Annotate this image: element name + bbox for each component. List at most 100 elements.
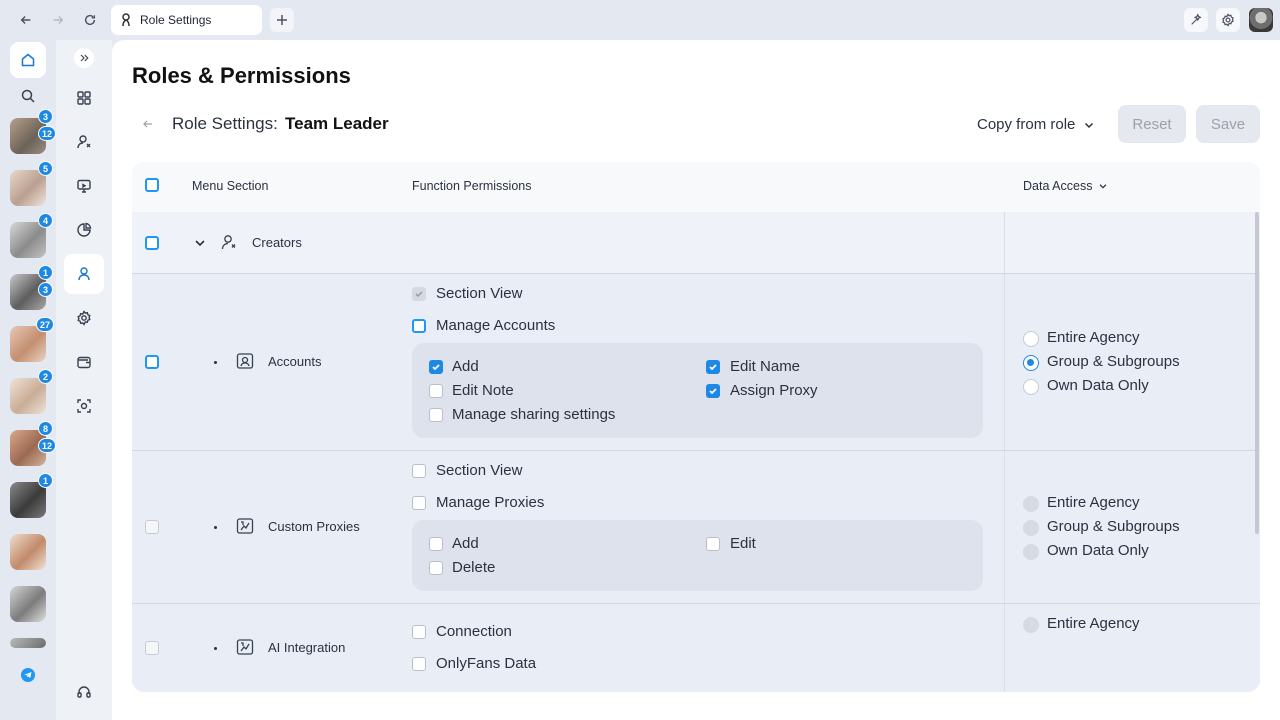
row-checkbox[interactable] — [145, 641, 159, 655]
unread-badge: 2 — [38, 369, 53, 384]
unread-badge: 5 — [38, 161, 53, 176]
edit-label: Edit — [730, 535, 756, 552]
select-all-checkbox[interactable] — [145, 178, 159, 192]
chevron-down-icon — [1100, 184, 1107, 189]
row-checkbox[interactable] — [145, 355, 159, 369]
manage-accounts-checkbox[interactable] — [412, 319, 426, 333]
add-label: Add — [452, 535, 479, 552]
edit-note-checkbox[interactable] — [429, 384, 443, 398]
search-icon[interactable] — [10, 78, 46, 114]
entire-agency-radio[interactable] — [1023, 617, 1039, 633]
ai-scan-icon[interactable] — [64, 386, 104, 426]
role-settings-label: Role Settings: — [172, 114, 278, 133]
section-view-checkbox[interactable] — [412, 287, 426, 301]
edit-name-checkbox[interactable] — [706, 360, 720, 374]
manage-proxies-checkbox[interactable] — [412, 496, 426, 510]
edit-note-label: Edit Note — [452, 382, 514, 399]
creator-avatar[interactable]: 4 — [10, 213, 53, 258]
table-scrollbar[interactable] — [1255, 212, 1259, 534]
group-subgroups-radio[interactable] — [1023, 355, 1039, 371]
page-title: Roles & Permissions — [132, 63, 351, 88]
back-arrow-icon[interactable] — [142, 117, 156, 131]
forward-arrow-icon[interactable] — [48, 10, 68, 30]
add-checkbox[interactable] — [429, 360, 443, 374]
tab-logo-icon — [122, 13, 130, 27]
entire-agency-label: Entire Agency — [1047, 615, 1140, 632]
reset-button[interactable]: Reset — [1118, 105, 1186, 143]
header-data-access-label: Data Access — [1023, 179, 1093, 193]
creator-avatar[interactable]: 8 12 — [10, 421, 57, 466]
assign-proxy-label: Assign Proxy — [730, 382, 818, 399]
section-view-checkbox[interactable] — [412, 464, 426, 478]
entire-agency-radio[interactable] — [1023, 496, 1039, 512]
entire-agency-label: Entire Agency — [1047, 329, 1140, 346]
chevron-down-icon — [1085, 122, 1094, 128]
edit-name-label: Edit Name — [730, 358, 801, 375]
monitor-icon[interactable] — [64, 166, 104, 206]
table-row-accounts: Accounts Section View Manage Accounts Ad… — [132, 273, 1260, 450]
reload-icon[interactable] — [80, 10, 100, 30]
count-badge: 3 — [38, 282, 53, 297]
creator-avatar[interactable] — [10, 638, 46, 648]
back-arrow-icon[interactable] — [16, 10, 36, 30]
unread-badge: 27 — [36, 317, 55, 332]
dashboard-icon[interactable] — [64, 78, 104, 118]
creator-avatar[interactable]: 1 3 — [10, 265, 53, 310]
table-row-custom-proxies: Custom Proxies Section View Manage Proxi… — [132, 450, 1260, 603]
manage-sharing-checkbox[interactable] — [429, 408, 443, 422]
support-headset-icon[interactable] — [64, 672, 104, 712]
settings-icon[interactable] — [1216, 8, 1240, 32]
analytics-pie-icon[interactable] — [64, 210, 104, 250]
section-name: AI Integration — [268, 640, 346, 655]
creator-avatar[interactable]: 27 — [10, 317, 55, 362]
creator-avatar[interactable]: 2 — [10, 369, 53, 414]
chevron-down-icon[interactable] — [194, 237, 206, 249]
creator-avatar[interactable]: 3 12 — [10, 109, 57, 154]
onlyfans-data-label: OnlyFans Data — [436, 655, 537, 672]
user-avatar[interactable] — [1249, 8, 1273, 32]
tab-role-settings[interactable]: Role Settings — [111, 5, 262, 35]
count-badge: 12 — [38, 126, 57, 141]
entire-agency-radio[interactable] — [1023, 331, 1039, 347]
group-subgroups-radio[interactable] — [1023, 520, 1039, 536]
new-tab-plus-icon[interactable] — [270, 8, 294, 32]
own-data-radio[interactable] — [1023, 379, 1039, 395]
edit-checkbox[interactable] — [706, 537, 720, 551]
wallet-icon[interactable] — [64, 342, 104, 382]
own-data-radio[interactable] — [1023, 544, 1039, 560]
proxies-permissions-box: Add Edit Delete — [412, 520, 983, 591]
assign-proxy-checkbox[interactable] — [706, 384, 720, 398]
add-checkbox[interactable] — [429, 537, 443, 551]
sparkle-icon[interactable] — [1184, 8, 1208, 32]
creators-icon[interactable] — [64, 122, 104, 162]
creator-avatar[interactable]: 5 — [10, 161, 53, 206]
section-view-label: Section View — [436, 462, 523, 479]
delete-label: Delete — [452, 559, 496, 576]
header-data-access[interactable]: Data Access — [1023, 179, 1108, 193]
section-name: Creators — [252, 235, 302, 250]
creator-avatar[interactable]: 1 — [10, 473, 53, 518]
accounts-icon — [236, 353, 254, 369]
connection-checkbox[interactable] — [412, 625, 426, 639]
creator-avatar[interactable] — [10, 586, 46, 622]
save-button[interactable]: Save — [1196, 105, 1260, 143]
expand-sidebar-icon[interactable] — [74, 48, 94, 68]
copy-from-role-dropdown[interactable]: Copy from role — [977, 116, 1095, 133]
team-roles-icon[interactable] — [64, 254, 104, 294]
manage-sharing-label: Manage sharing settings — [452, 406, 616, 423]
onlyfans-data-checkbox[interactable] — [412, 657, 426, 671]
header-function-permissions: Function Permissions — [412, 179, 532, 193]
row-checkbox[interactable] — [145, 520, 159, 534]
manage-accounts-label: Manage Accounts — [436, 317, 556, 334]
row-checkbox[interactable] — [145, 236, 159, 250]
creator-avatar[interactable] — [10, 534, 46, 570]
delete-checkbox[interactable] — [429, 561, 443, 575]
settings-gear-icon[interactable] — [64, 298, 104, 338]
home-icon[interactable] — [10, 42, 46, 78]
count-badge: 12 — [38, 438, 57, 453]
group-subgroups-label: Group & Subgroups — [1047, 518, 1180, 535]
main-content: Roles & Permissions Role Settings: Team … — [112, 40, 1280, 720]
own-data-label: Own Data Only — [1047, 542, 1149, 559]
telegram-icon[interactable] — [21, 668, 35, 682]
role-name: Team Leader — [285, 114, 389, 133]
